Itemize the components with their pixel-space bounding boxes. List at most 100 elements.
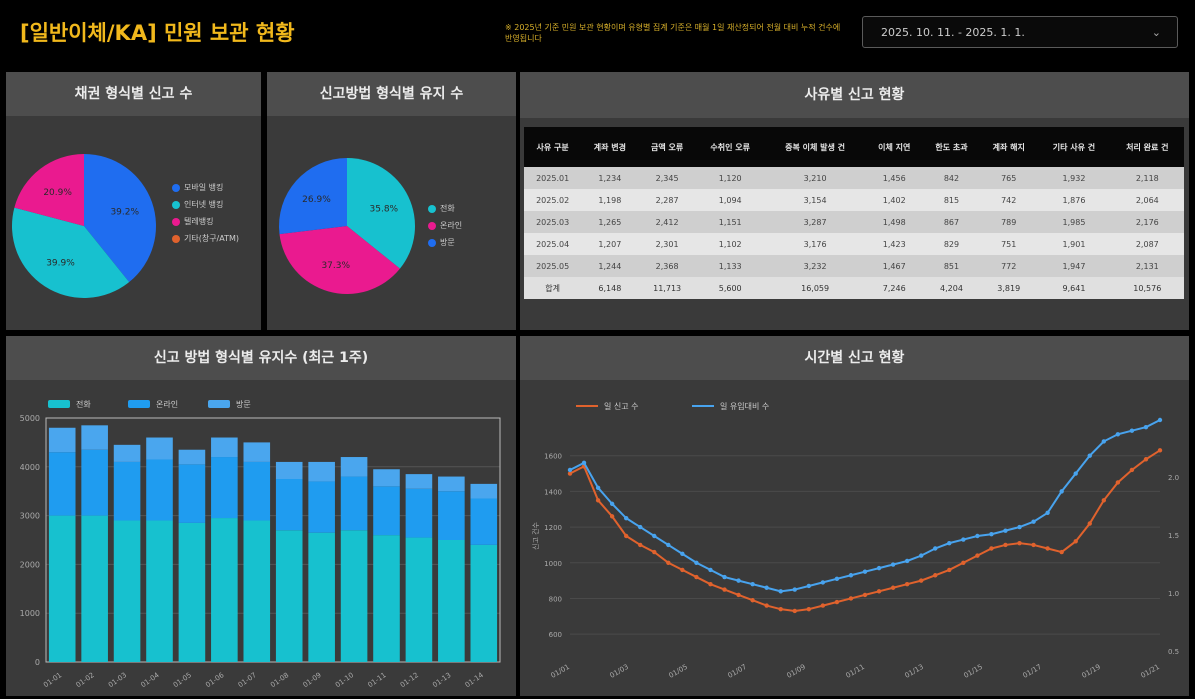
line-point bbox=[764, 603, 769, 608]
date-range-picker[interactable]: 2025. 10. 11. - 2025. 1. 1. ⌄ bbox=[862, 16, 1178, 48]
line-point bbox=[652, 533, 657, 539]
line-point bbox=[1115, 480, 1121, 485]
line-point bbox=[792, 587, 797, 592]
chevron-down-icon[interactable]: ⌄ bbox=[1152, 26, 1161, 39]
table-cell: 1,102 bbox=[695, 233, 765, 255]
pie-slice-label: 35.8% bbox=[370, 204, 399, 214]
line-y-tick: 1000 bbox=[544, 560, 562, 568]
bar-legend-label: 방문 bbox=[236, 399, 251, 409]
line-point bbox=[876, 589, 882, 594]
line-point bbox=[609, 514, 615, 519]
table-cell: 1,198 bbox=[581, 189, 639, 211]
line-legend-label: 일 신고 수 bbox=[604, 402, 639, 411]
bar-x-tick: 01-04 bbox=[139, 671, 161, 690]
legend-marker bbox=[172, 217, 180, 226]
header-note: ※ 2025년 기준 민원 보관 현황이며 유형별 집계 기준은 매월 1일 재… bbox=[505, 23, 841, 43]
line-point bbox=[1087, 521, 1092, 526]
table-total-cell: 4,204 bbox=[922, 277, 981, 299]
line-point bbox=[904, 581, 910, 587]
bar-segment bbox=[146, 459, 173, 521]
table-total-cell: 7,246 bbox=[865, 277, 923, 299]
table-cell: 842 bbox=[922, 167, 981, 189]
bar-segment bbox=[308, 532, 335, 662]
bar-segment bbox=[243, 442, 271, 462]
line-point bbox=[806, 583, 812, 589]
table-cell: 2,301 bbox=[638, 233, 696, 255]
line-series bbox=[569, 449, 1161, 612]
table-cell: 1,423 bbox=[865, 233, 923, 255]
legend-marker bbox=[172, 200, 180, 209]
bar-segment bbox=[275, 461, 303, 479]
table-cell: 2025.01 bbox=[524, 167, 582, 189]
table-header-row: 사유 구분 계좌 변경 금액 오류 수취인 오류 중복 이체 발생 건 이체 지연 한도 초… bbox=[524, 127, 1184, 167]
pie-slice-label: 37.3% bbox=[321, 261, 350, 271]
bar-segment bbox=[211, 518, 238, 662]
bar-segment bbox=[178, 522, 206, 662]
table-cell: 1,120 bbox=[695, 167, 765, 189]
bar-segment bbox=[340, 476, 368, 531]
pie2-chart: 35.8% 37.3% 26.9% bbox=[279, 158, 415, 294]
line-point bbox=[989, 532, 994, 537]
table-cell: 2025.02 bbox=[524, 189, 582, 211]
legend-label: 기타(창구/ATM) bbox=[184, 234, 240, 243]
bar-legend-label: 전화 bbox=[76, 399, 91, 409]
line-x-tick: 01/01 bbox=[550, 663, 571, 680]
line-point bbox=[1115, 432, 1121, 437]
line-point bbox=[1059, 489, 1064, 494]
table-cell: 3,287 bbox=[764, 211, 866, 233]
legend-marker bbox=[172, 234, 180, 243]
line-point bbox=[918, 553, 924, 558]
line-point bbox=[666, 542, 671, 548]
bar-y-tick: 1000 bbox=[20, 609, 40, 618]
bar-segment bbox=[211, 457, 238, 519]
line-point bbox=[961, 560, 966, 565]
table-row: 2025.04 1,207 2,301 1,102 3,176 1,423 829 751 1,… bbox=[524, 233, 1184, 255]
table-cell: 2,131 bbox=[1110, 255, 1184, 277]
line-point bbox=[1129, 467, 1135, 473]
bar-segment bbox=[275, 530, 303, 662]
page-title: [일반이체/KA] 민원 보관 현황 bbox=[20, 21, 295, 45]
bar-segment bbox=[470, 544, 498, 662]
bar-y-tick: 2000 bbox=[20, 560, 40, 569]
table-cell: 1,498 bbox=[865, 211, 923, 233]
line-point bbox=[904, 558, 910, 564]
line-point bbox=[1143, 457, 1149, 462]
line-point bbox=[680, 567, 685, 573]
reason-table: 사유 구분 계좌 변경 금액 오류 수취인 오류 중복 이체 발생 건 이체 지연 한도 초… bbox=[524, 127, 1184, 307]
table-cell: 2,064 bbox=[1110, 189, 1184, 211]
table-cell: 2,345 bbox=[638, 167, 696, 189]
bar-x-tick: 01-11 bbox=[366, 671, 387, 689]
bar-segment bbox=[48, 427, 76, 453]
line-point bbox=[1129, 428, 1135, 433]
bar-x-tick: 01-02 bbox=[75, 671, 96, 689]
table-cell: 772 bbox=[980, 255, 1038, 277]
header-bar: [일반이체/KA] 민원 보관 현황 ※ 2025년 기준 민원 보관 현황이며… bbox=[0, 0, 1195, 62]
table-total-cell: 10,576 bbox=[1110, 277, 1184, 299]
line-point bbox=[1003, 542, 1008, 548]
bar-segment bbox=[308, 481, 335, 533]
line-point bbox=[567, 467, 573, 473]
bar-segment bbox=[340, 457, 368, 477]
table-row: 2025.02 1,198 2,287 1,094 3,154 1,402 815 742 1,… bbox=[524, 189, 1184, 211]
line-point bbox=[890, 585, 896, 590]
bar-y-tick: 4000 bbox=[20, 463, 40, 472]
table-header-cell: 기타 사유 건 bbox=[1037, 127, 1111, 167]
line-y-tick: 1600 bbox=[544, 453, 562, 461]
line-title: 시간별 신고 현황 bbox=[520, 336, 1189, 380]
line-point bbox=[918, 578, 924, 583]
table-cell: 2,118 bbox=[1110, 167, 1184, 189]
line-point bbox=[595, 485, 601, 491]
bar-segment bbox=[146, 437, 173, 460]
line-point bbox=[1003, 528, 1008, 533]
table-cell: 1,234 bbox=[581, 167, 639, 189]
line-point bbox=[1045, 546, 1050, 551]
line-point bbox=[975, 533, 980, 539]
line-point bbox=[834, 576, 840, 582]
line-point bbox=[609, 501, 615, 507]
line-x-tick: 01/21 bbox=[1140, 663, 1161, 680]
bar-y-tick: 0 bbox=[35, 658, 40, 667]
table-cell: 1,932 bbox=[1037, 167, 1111, 189]
table-cell: 2025.04 bbox=[524, 233, 582, 255]
bar-segment bbox=[178, 449, 206, 465]
table-header-cell: 계좌 변경 bbox=[581, 127, 639, 167]
